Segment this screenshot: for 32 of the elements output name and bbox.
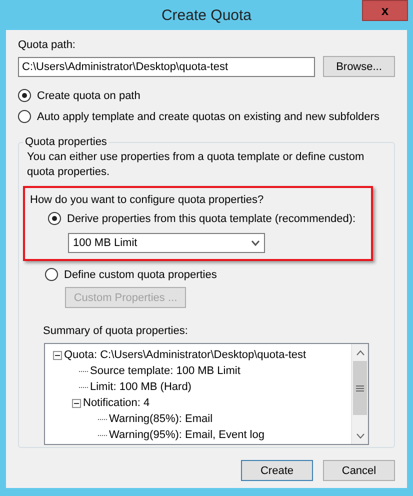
collapse-icon[interactable] xyxy=(72,398,81,408)
tree-item[interactable]: Source template: 100 MB Limit xyxy=(90,365,240,377)
tree-item[interactable]: Warning(95%): Email, Event log xyxy=(109,429,264,441)
chevron-down-icon xyxy=(251,240,260,246)
window-title: Create Quota xyxy=(161,6,252,24)
description-text: You can either use properties from a quota template or define custom quota properties. xyxy=(27,150,366,180)
radio-label: Derive properties from this quota template (recommended): xyxy=(67,212,356,224)
field-label: Quota path: xyxy=(18,38,76,53)
path-input-field[interactable]: C:\Users\Administrator\Desktop\quota-test xyxy=(18,56,315,76)
radio-label: Define custom quota properties xyxy=(64,268,217,280)
chevron-up-icon[interactable] xyxy=(356,350,364,356)
dialog-button[interactable]: Cancel xyxy=(323,460,395,481)
chevron-down-icon[interactable] xyxy=(356,432,364,438)
scroll-thumb[interactable] xyxy=(353,361,367,415)
tree-item[interactable]: Limit: 100 MB (Hard) xyxy=(90,381,192,393)
radio-button[interactable] xyxy=(18,89,31,102)
tree-item[interactable]: Quota: C:\Users\Administrator\Desktop\quota-test xyxy=(64,349,306,361)
radio-label: Create quota on path xyxy=(37,90,140,102)
tree-item[interactable]: Warning(85%): Email xyxy=(109,413,213,425)
close-button[interactable]: x xyxy=(362,0,408,21)
radio-button[interactable] xyxy=(48,212,61,225)
scrollbar[interactable] xyxy=(351,344,368,444)
tree-item[interactable]: Notification: 4 xyxy=(83,397,150,409)
browse-button[interactable]: Browse... xyxy=(323,56,395,77)
question-text: How do you want to configure quota properties? xyxy=(30,193,265,208)
collapse-icon[interactable] xyxy=(53,350,62,360)
dialog-button[interactable]: Create xyxy=(241,460,313,481)
summary-label: Summary of quota properties: xyxy=(43,324,189,339)
group-legend: Quota properties xyxy=(23,136,109,148)
radio-label: Auto apply template and create quotas on existing and new subfolders xyxy=(37,110,380,122)
radio-button[interactable] xyxy=(18,110,31,123)
template-dropdown[interactable]: 100 MB Limit xyxy=(68,233,265,253)
